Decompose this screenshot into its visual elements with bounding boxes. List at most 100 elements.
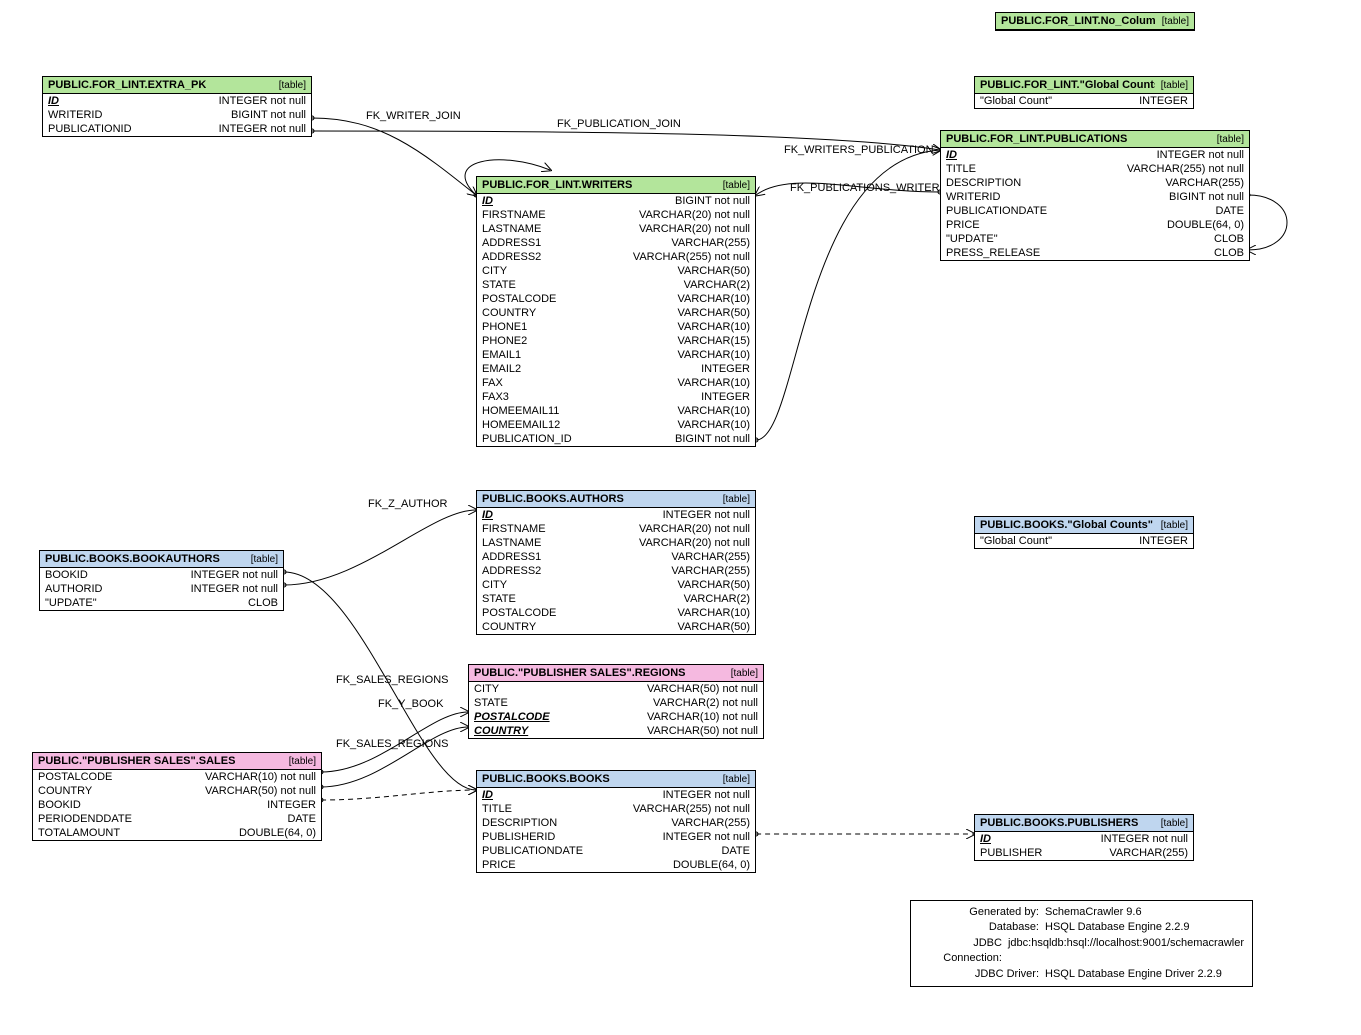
column-row: COUNTRYVARCHAR(50): [477, 620, 755, 634]
column-type: VARCHAR(255): [671, 817, 750, 829]
column-row: PUBLISHERVARCHAR(255): [975, 846, 1193, 860]
footer-info-box: Generated by:SchemaCrawler 9.6Database:H…: [910, 900, 1253, 987]
column-row: PUBLICATIONDATEDATE: [941, 204, 1249, 218]
entity-books: PUBLIC.BOOKS.BOOKS [table] IDINTEGER not n…: [476, 770, 756, 873]
column-row: FIRSTNAMEVARCHAR(20) not null: [477, 208, 755, 222]
column-type: DOUBLE(64, 0): [1167, 219, 1244, 231]
column-row: PERIODENDDATE DATE: [33, 812, 321, 826]
entity-type: [table]: [731, 668, 758, 679]
column-name: FAX: [482, 377, 667, 389]
edge-label-fk_writers_publication: FK_WRITERS_PUBLICATION: [784, 144, 934, 156]
column-name: HOMEEMAIL11: [482, 405, 667, 417]
column-row: IDINTEGER not null: [477, 788, 755, 802]
entity-authors: PUBLIC.BOOKS.AUTHORS[table]IDINTEGER not…: [476, 490, 756, 635]
column-row: TOTALAMOUNTDOUBLE(64, 0): [33, 826, 321, 840]
column-type: INTEGER not null: [663, 831, 750, 843]
column-type: VARCHAR(10) not null: [647, 711, 758, 723]
column-name: PUBLICATIONDATE: [482, 845, 711, 857]
column-type: VARCHAR(50) not null: [647, 725, 758, 737]
column-row: TITLE VARCHAR(255) not null: [941, 162, 1249, 176]
entity-type: [table]: [1161, 520, 1188, 531]
footer-value: HSQL Database Engine Driver 2.2.9: [1045, 967, 1222, 982]
column-type: VARCHAR(255) not null: [1127, 163, 1244, 175]
entity-name: PUBLIC.FOR_LINT.WRITERS: [482, 179, 632, 191]
column-type: INTEGER not null: [191, 583, 278, 595]
entity-type: [table]: [1162, 16, 1189, 27]
column-row: POSTALCODEVARCHAR(10): [477, 292, 755, 306]
column-name: PHONE1: [482, 321, 667, 333]
column-type: VARCHAR(255): [671, 551, 750, 563]
column-row: CITY VARCHAR(50): [477, 264, 755, 278]
column-name: ID: [946, 149, 1147, 161]
column-type: VARCHAR(15): [677, 335, 750, 347]
column-row: PUBLICATIONIDINTEGER not null: [43, 122, 311, 136]
column-type: VARCHAR(50) not null: [647, 683, 758, 695]
column-type: DATE: [287, 813, 316, 825]
column-row: COUNTRY VARCHAR(50) not null: [33, 784, 321, 798]
column-row: FAX3INTEGER: [477, 390, 755, 404]
column-row: PRESS_RELEASECLOB: [941, 246, 1249, 260]
column-type: VARCHAR(10): [677, 419, 750, 431]
column-name: LASTNAME: [482, 537, 629, 549]
column-row: EMAIL1VARCHAR(10): [477, 348, 755, 362]
column-row: HOMEEMAIL12VARCHAR(10): [477, 418, 755, 432]
column-name: FIRSTNAME: [482, 209, 629, 221]
edge-label-fk_writer_join: FK_WRITER_JOIN: [366, 110, 461, 122]
entity-type: [table]: [723, 774, 750, 785]
footer-label: JDBC Connection:: [919, 936, 1008, 967]
entity-header: PUBLIC.BOOKS.BOOKS [table]: [477, 771, 755, 788]
schema-diagram: PUBLIC.FOR_LINT.No_Columns[table] PUBLIC.…: [0, 0, 1361, 1035]
column-row: IDINTEGER not null: [477, 508, 755, 522]
column-type: INTEGER not null: [1101, 833, 1188, 845]
entity-header: PUBLIC.FOR_LINT.No_Columns[table]: [996, 13, 1194, 30]
entity-type: [table]: [289, 756, 316, 767]
column-type: VARCHAR(255): [1109, 847, 1188, 859]
entity-header: PUBLIC.BOOKS.PUBLISHERS[table]: [975, 815, 1193, 832]
column-name: ID: [980, 833, 1091, 845]
column-type: VARCHAR(10): [677, 607, 750, 619]
column-type: VARCHAR(255): [671, 237, 750, 249]
column-name: EMAIL2: [482, 363, 691, 375]
column-name: DESCRIPTION: [482, 817, 661, 829]
column-name: ADDRESS2: [482, 565, 661, 577]
column-name: STATE: [482, 593, 674, 605]
edge-label-fk_z_author: FK_Z_AUTHOR: [368, 498, 447, 510]
entity-publications: PUBLIC.FOR_LINT.PUBLICATIONS[table]IDINT…: [940, 130, 1250, 261]
column-row: LASTNAMEVARCHAR(20) not null: [477, 536, 755, 550]
column-type: VARCHAR(50): [677, 265, 750, 277]
column-row: COUNTRYVARCHAR(50) not null: [469, 724, 763, 738]
column-name: STATE: [482, 279, 674, 291]
column-row: "Global Count"INTEGER: [975, 534, 1193, 548]
column-name: WRITERID: [48, 109, 221, 121]
column-name: WRITERID: [946, 191, 1159, 203]
entity-name: PUBLIC.BOOKS."Global Counts": [980, 519, 1153, 531]
column-row: ADDRESS2VARCHAR(255): [477, 564, 755, 578]
column-name: PERIODENDDATE: [38, 813, 277, 825]
column-type: INTEGER: [1139, 535, 1188, 547]
column-row: DESCRIPTIONVARCHAR(255): [941, 176, 1249, 190]
entity-name: PUBLIC.BOOKS.BOOKAUTHORS: [45, 553, 220, 565]
edge-fk_publications_self: [1248, 195, 1287, 250]
entity-name: PUBLIC.BOOKS.BOOKS: [482, 773, 610, 785]
column-row: BOOKIDINTEGER: [33, 798, 321, 812]
column-name: PUBLICATIONID: [48, 123, 209, 135]
column-type: DOUBLE(64, 0): [239, 827, 316, 839]
footer-label: JDBC Driver:: [919, 967, 1045, 982]
edge-fk_sales_regions_2: [321, 727, 468, 787]
column-name: TITLE: [946, 163, 1117, 175]
column-name: BOOKID: [45, 569, 181, 581]
column-name: CITY: [482, 265, 667, 277]
column-name: COUNTRY: [38, 785, 195, 797]
column-type: VARCHAR(20) not null: [639, 523, 750, 535]
column-row: LASTNAMEVARCHAR(20) not null: [477, 222, 755, 236]
entity-header: PUBLIC.FOR_LINT.EXTRA_PK[table]: [43, 77, 311, 94]
column-type: DATE: [721, 845, 750, 857]
column-row: "Global Count"INTEGER: [975, 94, 1193, 108]
entity-type: [table]: [723, 494, 750, 505]
column-name: ID: [48, 95, 209, 107]
column-name: CITY: [474, 683, 637, 695]
column-type: VARCHAR(10): [677, 405, 750, 417]
column-type: VARCHAR(10): [677, 377, 750, 389]
column-name: BOOKID: [38, 799, 257, 811]
column-type: VARCHAR(50) not null: [205, 785, 316, 797]
